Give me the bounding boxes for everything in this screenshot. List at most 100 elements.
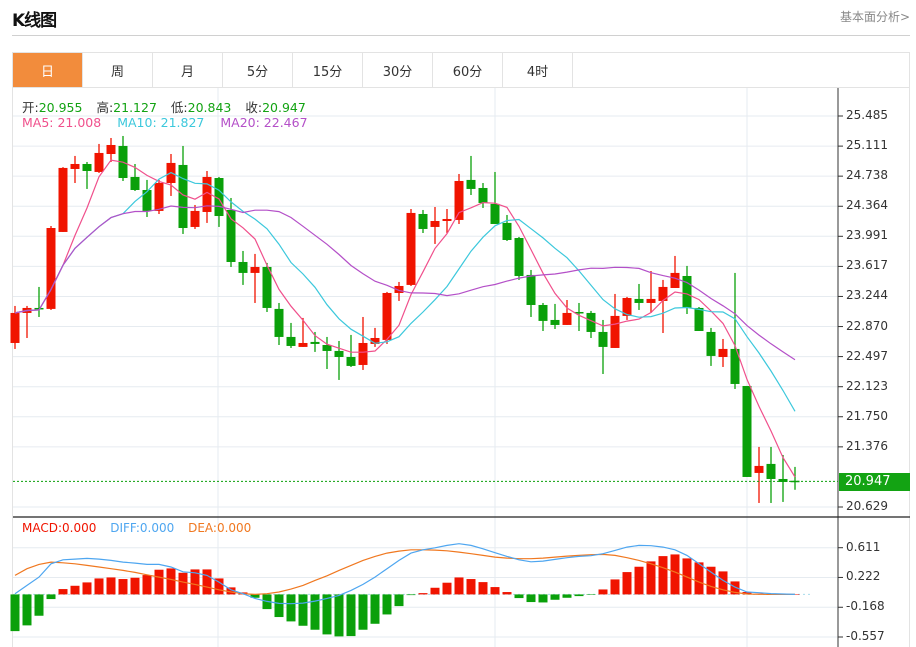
candle-down <box>706 331 716 356</box>
macd-bar <box>310 594 320 630</box>
candle-up <box>250 266 260 273</box>
macd-bar <box>22 594 32 626</box>
macd-bar <box>358 594 368 630</box>
candle-down <box>682 275 692 308</box>
price-tick-label: 20.629 <box>846 499 888 513</box>
candle-down <box>286 336 296 346</box>
macd-bar <box>466 579 476 595</box>
candle-up <box>562 312 572 325</box>
macd-bar <box>658 556 668 595</box>
candle-up <box>70 163 80 169</box>
last-price-label: 20.947 <box>839 473 910 491</box>
macd-bar <box>118 579 128 595</box>
candle-up <box>406 212 416 285</box>
macd-legend: MACD:0.000 DIFF:0.000 DEA:0.000 <box>22 521 261 535</box>
candle-down <box>238 261 248 273</box>
candle-up <box>670 272 680 288</box>
candle-down <box>310 341 320 344</box>
ma5-legend: MA5: 21.008 <box>22 115 102 130</box>
price-tick-label: 23.244 <box>846 288 888 303</box>
candle-down <box>490 203 500 224</box>
candle-up <box>298 342 308 347</box>
macd-legend-value: MACD:0.000 <box>22 521 97 535</box>
price-tick-label: 25.111 <box>846 138 888 153</box>
price-tick-label: 22.870 <box>846 318 888 333</box>
macd-bar <box>370 594 380 624</box>
macd-bar <box>538 594 548 603</box>
low-label: 低: <box>170 100 188 115</box>
candle-down <box>346 356 356 366</box>
macd-bar <box>706 566 716 595</box>
candle-down <box>502 222 512 240</box>
macd-bar <box>286 594 296 622</box>
macd-bar <box>106 577 116 595</box>
price-tick-label: 25.485 <box>846 108 888 122</box>
candle-down <box>598 331 608 347</box>
macd-bar <box>646 561 656 595</box>
macd-bar <box>622 572 632 595</box>
macd-bar <box>634 566 644 595</box>
candle-down <box>82 163 92 171</box>
candle-down <box>478 187 488 203</box>
candle-up <box>106 144 116 155</box>
ohlc-legend: 开:20.955 高:21.127 低:20.843 收:20.947 <box>22 97 316 116</box>
high-value: 21.127 <box>113 100 157 115</box>
candle-down <box>418 213 428 229</box>
macd-bar <box>670 554 680 595</box>
macd-bar <box>94 578 104 595</box>
macd-bar <box>82 582 92 595</box>
macd-bar <box>694 562 704 595</box>
candle-down <box>526 274 536 305</box>
price-tick-label: 21.750 <box>846 408 888 423</box>
candle-up <box>754 465 764 473</box>
candle-up <box>610 315 620 348</box>
macd-bar <box>562 594 572 598</box>
macd-bar <box>418 593 428 595</box>
macd-bar <box>514 594 524 599</box>
price-tick-label: 21.376 <box>846 438 888 453</box>
macd-bar <box>46 594 56 600</box>
macd-bar <box>502 592 512 595</box>
macd-tick-label: -0.168 <box>846 599 885 614</box>
low-value: 20.843 <box>187 100 232 115</box>
macd-bar <box>442 582 452 595</box>
price-tick-label: 23.617 <box>846 258 888 273</box>
price-tick-label: 22.497 <box>846 348 888 363</box>
candle-down <box>550 319 560 325</box>
candle-up <box>442 218 452 221</box>
macd-bar <box>550 594 560 600</box>
ma5-line <box>14 159 796 478</box>
macd-bar <box>334 594 344 637</box>
macd-bar <box>478 582 488 595</box>
diff-legend-value: DIFF:0.000 <box>110 521 175 535</box>
macd-bar <box>178 572 188 595</box>
macd-tick-label: 0.611 <box>846 539 881 554</box>
macd-bar <box>274 594 284 618</box>
macd-bar <box>166 568 176 595</box>
price-tick-label: 24.738 <box>846 168 888 183</box>
macd-tick-label: -0.557 <box>846 629 885 643</box>
macd-bar <box>526 594 536 603</box>
candle-up <box>154 182 164 211</box>
candle-down <box>334 350 344 357</box>
macd-tick-label: 0.222 <box>846 569 881 584</box>
price-tick-label: 22.123 <box>846 378 888 393</box>
macd-bar <box>322 594 332 635</box>
candle-up <box>454 180 464 220</box>
macd-bar <box>430 587 440 595</box>
candle-up <box>94 152 104 172</box>
macd-bar <box>454 577 464 595</box>
open-label: 开: <box>22 100 39 115</box>
price-tick-label: 23.991 <box>846 228 888 243</box>
candle-down <box>694 307 704 331</box>
ma20-legend: MA20: 22.467 <box>220 115 308 130</box>
dea-legend-value: DEA:0.000 <box>188 521 252 535</box>
macd-bar <box>202 569 212 595</box>
macd-bar <box>298 594 308 626</box>
macd-bar <box>70 585 80 595</box>
macd-bar <box>142 575 152 595</box>
macd-bar <box>610 579 620 595</box>
price-tick-label: 24.364 <box>846 198 888 213</box>
macd-bar <box>490 587 500 595</box>
candle-down <box>466 179 476 189</box>
